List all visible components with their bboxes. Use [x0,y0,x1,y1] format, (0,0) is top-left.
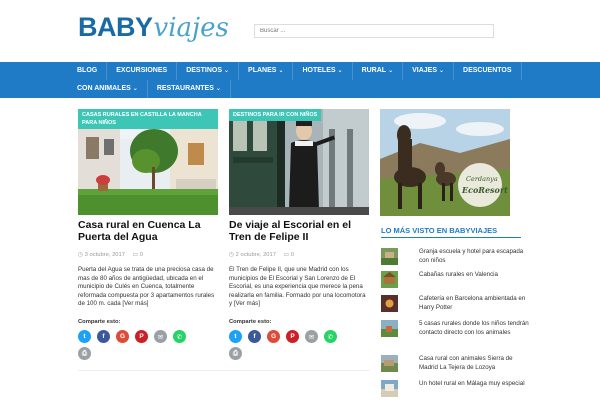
logo-baby: BABY [78,12,153,42]
email-icon[interactable]: ✉ [154,330,167,343]
whatsapp-icon[interactable]: ✆ [173,330,186,343]
share-label: Comparte esto: [78,319,121,325]
whatsapp-icon[interactable]: ✆ [324,330,337,343]
print-icon[interactable]: ⎙ [229,347,242,360]
share-icons: t f G P ✉ ✆ [229,330,337,343]
popular-post-title: Granja escuela y hotel para escapada con… [419,248,524,264]
post-meta: ◷ 2 octubre, 2017 ▭ 0 [229,252,294,258]
nav-label: RURAL [361,67,387,74]
thumbnail [381,271,398,288]
chevron-down-icon: ⌄ [215,86,221,92]
post-date: 3 octubre, 2017 [84,252,125,258]
popular-post[interactable]: Casa rural con animales Sierra de Madrid… [381,355,521,375]
nav-item-con-animales[interactable]: CON ANIMALES ⌄ [68,80,148,98]
print-icon[interactable]: ⎙ [78,347,91,360]
popular-post[interactable]: Cabañas rurales en Valencia [381,271,521,291]
pinterest-icon[interactable]: P [286,330,299,343]
nav-item-destinos[interactable]: DESTINOS ⌄ [177,62,240,80]
popular-post[interactable]: 5 casas rurales donde los niños tendrán … [381,320,529,340]
pinterest-icon[interactable]: P [135,330,148,343]
google-plus-icon[interactable]: G [116,330,129,343]
chevron-down-icon: ⌄ [132,86,138,92]
twitter-icon[interactable]: t [78,330,91,343]
clock-icon: ◷ [78,252,85,258]
post-date: 2 octubre, 2017 [235,252,276,258]
site-logo[interactable]: BABY viajes [78,12,229,44]
category-badge[interactable]: DESTINOS PARA IR CON NIÑOS [229,109,322,121]
share-icons: t f G P ✉ ✆ [78,330,186,343]
nav-label: BLOG [77,67,98,74]
popular-post[interactable]: Granja escuela y hotel para escapada con… [381,248,523,268]
category-badge[interactable]: CASAS RURALES EN CASTILLA LA MANCHA PARA… [78,109,218,129]
popular-post[interactable]: Cafetería en Barcelona ambientada en Har… [381,295,525,315]
thumbnail [381,320,398,337]
facebook-icon[interactable]: f [248,330,261,343]
twitter-icon[interactable]: t [229,330,242,343]
chevron-down-icon: ⌄ [224,68,230,74]
post-image-train[interactable] [229,109,369,215]
thumbnail [381,295,398,312]
google-plus-icon[interactable]: G [267,330,280,343]
comment-count[interactable]: 0 [291,252,294,258]
nav-item-planes[interactable]: PLANES ⌄ [239,62,294,80]
nav-item-hoteles[interactable]: HOTELES ⌄ [293,62,353,80]
nav-item-excursiones[interactable]: EXCURSIONES [107,62,178,80]
nav-row-2: CON ANIMALES ⌄ RESTAURANTES ⌄ [68,80,231,98]
nav-item-blog[interactable]: BLOG [68,62,108,80]
chevron-down-icon: ⌄ [278,68,284,74]
site-header: BABY viajes [0,0,600,62]
popular-post-title: Un hotel rural en Málaga muy especial [419,380,525,387]
comment-icon: ▭ [283,252,291,258]
chevron-down-icon: ⌄ [388,68,394,74]
post-title[interactable]: De viaje al Escorial en el Tren de Felip… [229,219,369,243]
nav-label: VIAJES [412,67,437,74]
ad-text-cerdanya: Cerdanya [466,175,498,183]
post-excerpt: El Tren de Felipe II, que une Madrid con… [229,266,366,307]
share-label: Comparte esto: [229,319,272,325]
popular-post-title: 5 casas rurales donde los niños tendrán … [419,320,529,336]
nav-item-descuentos[interactable]: DESCUENTOS [454,62,522,80]
popular-post-title: Cabañas rurales en Valencia [419,271,498,278]
main-navigation: BLOG EXCURSIONES DESTINOS ⌄ PLANES ⌄ HOTEL… [0,62,600,98]
content-divider [78,370,370,371]
popular-post-title: Casa rural con animales Sierra de Madrid… [419,355,513,371]
nav-label: RESTAURANTES [156,85,214,92]
nav-label: DESTINOS [186,67,222,74]
comment-icon: ▭ [132,252,140,258]
nav-label: DESCUENTOS [463,67,512,74]
comment-count[interactable]: 0 [140,252,143,258]
nav-label: PLANES [248,67,277,74]
clock-icon: ◷ [229,252,236,258]
post-meta: ◷ 3 octubre, 2017 ▭ 0 [78,252,143,258]
sidebar-ad-banner[interactable]: Cerdanya EcoResort [380,109,510,216]
thumbnail [381,380,398,397]
nav-label: CON ANIMALES [77,85,131,92]
thumbnail [381,248,398,265]
post-excerpt: Puerta del Agua se trata de una preciosa… [78,266,215,307]
search-input[interactable] [254,24,494,38]
nav-label: EXCURSIONES [116,67,168,74]
popular-post[interactable]: Un hotel rural en Málaga muy especial [381,380,525,400]
post-title[interactable]: Casa rural en Cuenca La Puerta del Agua [78,219,218,243]
popular-post-title: Cafetería en Barcelona ambientada en Har… [419,295,526,311]
sidebar-title: LO MÁS VISTO EN BABYVIAJES [381,226,498,235]
nav-item-restaurantes[interactable]: RESTAURANTES ⌄ [148,80,231,98]
logo-viajes: viajes [153,13,229,43]
nav-item-rural[interactable]: RURAL ⌄ [353,62,404,80]
nav-label: HOTELES [302,67,336,74]
ad-text-ecoresort: EcoResort [462,185,508,195]
chevron-down-icon: ⌄ [337,68,343,74]
sidebar-title-underline [381,237,521,238]
nav-item-viajes[interactable]: VIAJES ⌄ [403,62,455,80]
nav-row-1: BLOG EXCURSIONES DESTINOS ⌄ PLANES ⌄ HOTEL… [68,62,522,80]
facebook-icon[interactable]: f [97,330,110,343]
chevron-down-icon: ⌄ [439,68,445,74]
email-icon[interactable]: ✉ [305,330,318,343]
thumbnail [381,355,398,372]
